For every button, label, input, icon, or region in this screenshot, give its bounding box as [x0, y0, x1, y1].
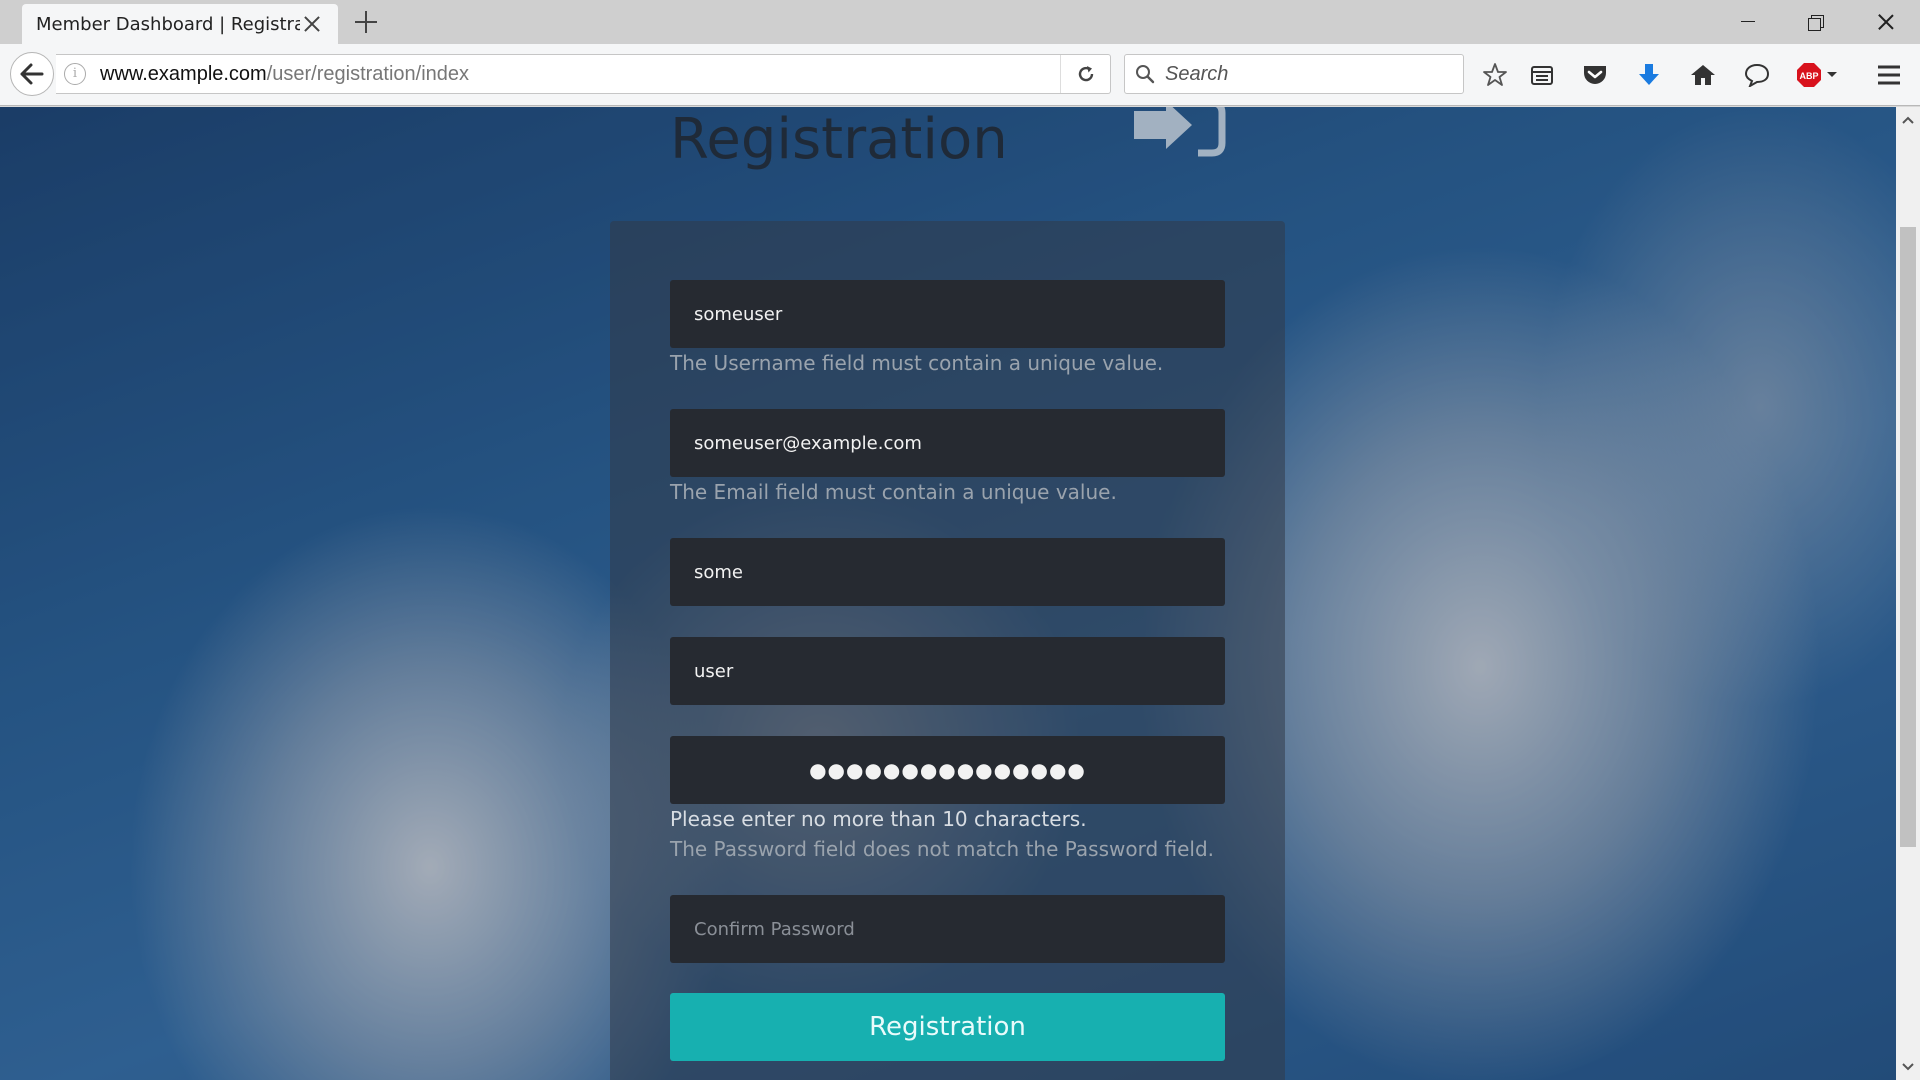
tab-title: Member Dashboard | Registra...: [36, 13, 300, 35]
last-name-input[interactable]: user: [670, 637, 1225, 705]
window-minimize-button[interactable]: [1714, 0, 1782, 44]
svg-text:ABP: ABP: [1799, 71, 1818, 81]
sign-in-icon: [1134, 107, 1226, 157]
password-match-error: The Password field does not match the Pa…: [670, 837, 1215, 861]
window-restore-button[interactable]: [1782, 0, 1850, 44]
url-text[interactable]: www.example.com/user/registration/index: [100, 63, 469, 86]
confirm-password-input[interactable]: Confirm Password: [670, 895, 1225, 963]
back-arrow-icon: [20, 63, 44, 85]
url-bar[interactable]: i www.example.com/user/registration/inde…: [56, 54, 1111, 94]
tab-close-icon[interactable]: [300, 12, 324, 36]
pocket-icon[interactable]: [1580, 60, 1610, 90]
password-input[interactable]: ●●●●●●●●●●●●●●●: [670, 736, 1225, 804]
tab-strip: Member Dashboard | Registra...: [0, 0, 1920, 44]
back-button[interactable]: [10, 52, 54, 96]
scrollbar-thumb[interactable]: [1900, 227, 1916, 847]
search-placeholder: Search: [1165, 62, 1229, 85]
scroll-down-icon[interactable]: [1896, 1054, 1920, 1080]
url-host: www.example.com: [100, 62, 267, 85]
page-viewport: Registration someuser The Username field…: [0, 107, 1896, 1080]
browser-tab[interactable]: Member Dashboard | Registra...: [22, 4, 338, 44]
email-input[interactable]: someuser@example.com: [670, 409, 1225, 477]
url-path: /user/registration/index: [266, 62, 470, 85]
reload-button[interactable]: [1060, 55, 1110, 93]
registration-submit-button[interactable]: Registration: [670, 993, 1225, 1061]
menu-icon[interactable]: [1874, 60, 1904, 90]
email-error: The Email field must contain a unique va…: [670, 480, 1117, 504]
username-error: The Username field must contain a unique…: [670, 351, 1164, 375]
page-scrollbar[interactable]: [1896, 107, 1920, 1080]
password-length-error: Please enter no more than 10 characters.: [670, 807, 1087, 831]
reload-icon: [1078, 66, 1093, 82]
bookmark-star-icon[interactable]: [1480, 60, 1510, 90]
username-input[interactable]: someuser: [670, 280, 1225, 348]
new-tab-icon[interactable]: [352, 8, 380, 36]
info-icon[interactable]: i: [64, 63, 86, 85]
chat-icon[interactable]: [1742, 60, 1772, 90]
search-icon: [1136, 65, 1155, 84]
scroll-up-icon[interactable]: [1896, 107, 1920, 133]
home-icon[interactable]: [1688, 60, 1718, 90]
window-close-button[interactable]: [1850, 0, 1918, 44]
reading-list-icon[interactable]: [1527, 60, 1557, 90]
search-bar[interactable]: Search: [1124, 54, 1464, 94]
download-icon[interactable]: [1634, 60, 1664, 90]
first-name-input[interactable]: some: [670, 538, 1225, 606]
adblock-icon[interactable]: ABP: [1796, 60, 1840, 90]
page-title: Registration: [670, 107, 1008, 172]
navigation-bar: i www.example.com/user/registration/inde…: [0, 44, 1920, 106]
